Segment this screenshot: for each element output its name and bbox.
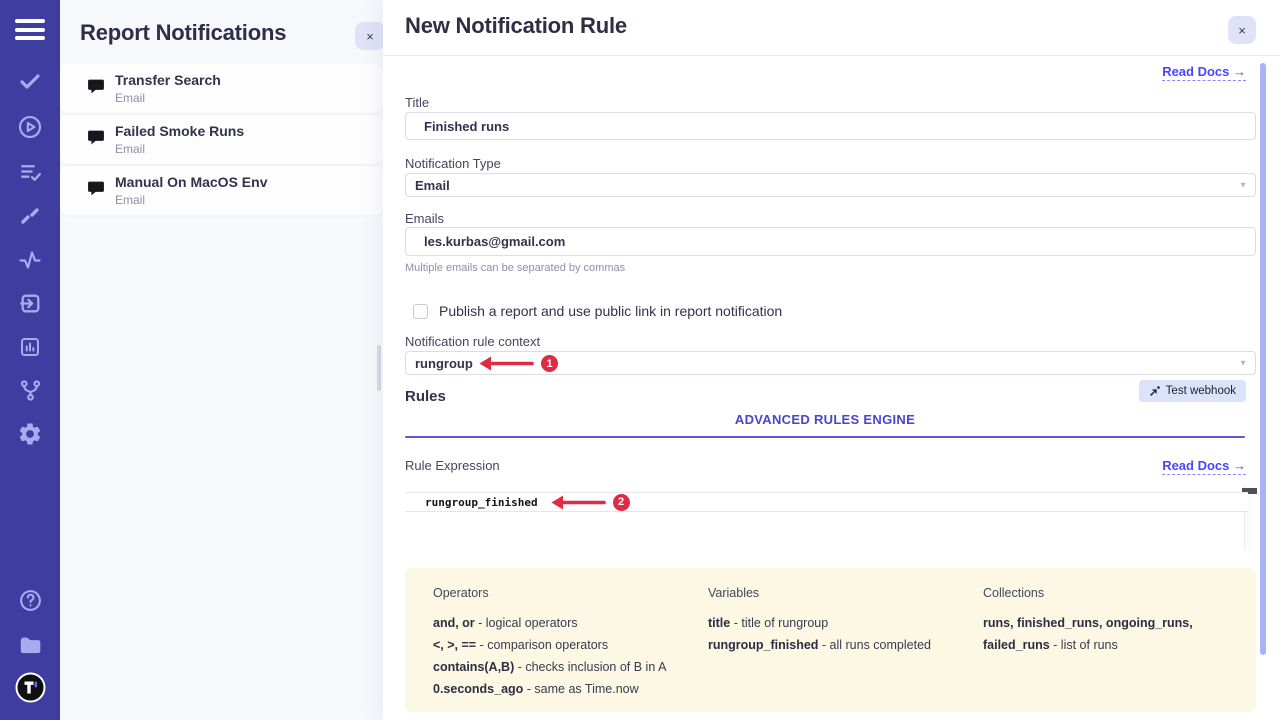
variables-column: Variables title - title of rungroup rung… (708, 586, 971, 712)
app-logo[interactable] (0, 672, 60, 703)
folder-icon[interactable] (0, 632, 60, 658)
close-icon: × (1238, 23, 1246, 38)
operators-column: Operators and, or - logical operators <,… (433, 586, 696, 712)
emails-label: Emails (405, 211, 444, 226)
operators-title: Operators (433, 586, 696, 600)
drawer-title: New Notification Rule (405, 13, 627, 39)
new-notification-rule-drawer: New Notification Rule × Read Docs → Titl… (383, 0, 1280, 720)
list-item[interactable]: Failed Smoke Runs Email (60, 115, 383, 164)
chevron-down-icon: ▼ (1239, 359, 1247, 368)
help-item: <, >, == - comparison operators (433, 634, 696, 656)
help-item: rungroup_finished - all runs completed (708, 634, 971, 656)
rule-context-select[interactable]: rungroup ▼ 1 (405, 351, 1256, 375)
collections-column: Collections runs, finished_runs, ongoing… (983, 586, 1246, 712)
rule-context-label: Notification rule context (405, 334, 540, 349)
collections-title: Collections (983, 586, 1246, 600)
publish-report-checkbox[interactable] (413, 304, 428, 319)
menu-icon[interactable] (15, 19, 45, 45)
help-icon[interactable] (0, 588, 60, 613)
check-icon[interactable] (0, 70, 60, 94)
annotation-badge-2: 2 (613, 494, 630, 511)
help-item: title - title of rungroup (708, 612, 971, 634)
help-item: 0.seconds_ago - same as Time.now (433, 678, 696, 700)
rule-expression-editor[interactable]: rungroup_finished 2 (405, 484, 1257, 560)
notification-type: Email (115, 142, 145, 156)
drawer-close-button[interactable]: × (1228, 16, 1256, 44)
red-arrow-left-icon (550, 494, 606, 511)
drawer-scrollbar[interactable] (1260, 63, 1266, 655)
help-item: runs, finished_runs, ongoing_runs, faile… (983, 612, 1246, 656)
tab-advanced-rules-engine[interactable]: ADVANCED RULES ENGINE (405, 412, 1245, 427)
rule-context-value: rungroup (415, 356, 473, 371)
publish-report-label: Publish a report and use public link in … (439, 303, 782, 319)
emails-input[interactable] (405, 227, 1256, 256)
chat-bubble-icon (86, 180, 106, 204)
notification-type-select[interactable]: Email ▼ (405, 173, 1256, 197)
read-docs-link[interactable]: Read Docs → (1162, 458, 1246, 475)
red-arrow-left-icon (478, 355, 534, 372)
rules-heading: Rules (405, 388, 446, 405)
notification-title: Transfer Search (115, 72, 221, 88)
notification-list: Transfer Search Email Failed Smoke Runs … (60, 64, 383, 217)
list-item[interactable]: Manual On MacOS Env Email (60, 166, 383, 215)
rule-expression-code: rungroup_finished (425, 496, 538, 509)
notification-type-value: Email (415, 178, 450, 193)
read-docs-link[interactable]: Read Docs → (1162, 64, 1246, 81)
notification-title: Failed Smoke Runs (115, 123, 244, 139)
activity-icon[interactable] (0, 248, 60, 272)
title-input[interactable] (405, 112, 1256, 140)
chat-bubble-icon (86, 129, 106, 153)
publish-report-checkbox-row[interactable]: Publish a report and use public link in … (413, 303, 782, 319)
list-item[interactable]: Transfer Search Email (60, 64, 383, 113)
chevron-down-icon: ▼ (1239, 181, 1247, 190)
stairs-icon[interactable] (0, 204, 60, 228)
panel-close-button[interactable]: × (355, 22, 385, 50)
rule-expression-label: Rule Expression (405, 458, 500, 473)
expression-help-box: Operators and, or - logical operators <,… (405, 568, 1256, 712)
notification-title: Manual On MacOS Env (115, 174, 267, 190)
sign-in-icon[interactable] (0, 291, 60, 316)
variables-title: Variables (708, 586, 971, 600)
webhook-icon (1149, 385, 1161, 397)
test-webhook-button[interactable]: Test webhook (1139, 380, 1246, 402)
panel-scrollbar[interactable] (377, 345, 381, 391)
app-sidebar (0, 0, 60, 720)
report-notifications-panel: Report Notifications × Transfer Search E… (60, 0, 383, 720)
annotation-badge-1: 1 (541, 355, 558, 372)
notification-type: Email (115, 193, 145, 207)
play-circle-icon[interactable] (0, 114, 60, 140)
playlist-check-icon[interactable] (0, 160, 60, 185)
close-icon: × (366, 29, 374, 44)
test-webhook-label: Test webhook (1166, 385, 1236, 397)
annotation-step-2: 2 (550, 494, 630, 511)
title-label: Title (405, 95, 429, 110)
bar-chart-icon[interactable] (0, 335, 60, 359)
chat-bubble-icon (86, 78, 106, 102)
gear-icon[interactable] (0, 421, 60, 447)
tab-active-indicator (405, 436, 1245, 438)
drawer-header: New Notification Rule × (383, 0, 1280, 56)
help-item: contains(A,B) - checks inclusion of B in… (433, 656, 696, 678)
branch-icon[interactable] (0, 378, 60, 403)
notification-type: Email (115, 91, 145, 105)
annotation-step-1: 1 (478, 355, 558, 372)
notification-type-label: Notification Type (405, 156, 501, 171)
emails-helper-text: Multiple emails can be separated by comm… (405, 262, 625, 274)
editor-active-line[interactable]: rungroup_finished 2 (405, 492, 1248, 512)
panel-title: Report Notifications (80, 20, 286, 46)
help-item: and, or - logical operators (433, 612, 696, 634)
